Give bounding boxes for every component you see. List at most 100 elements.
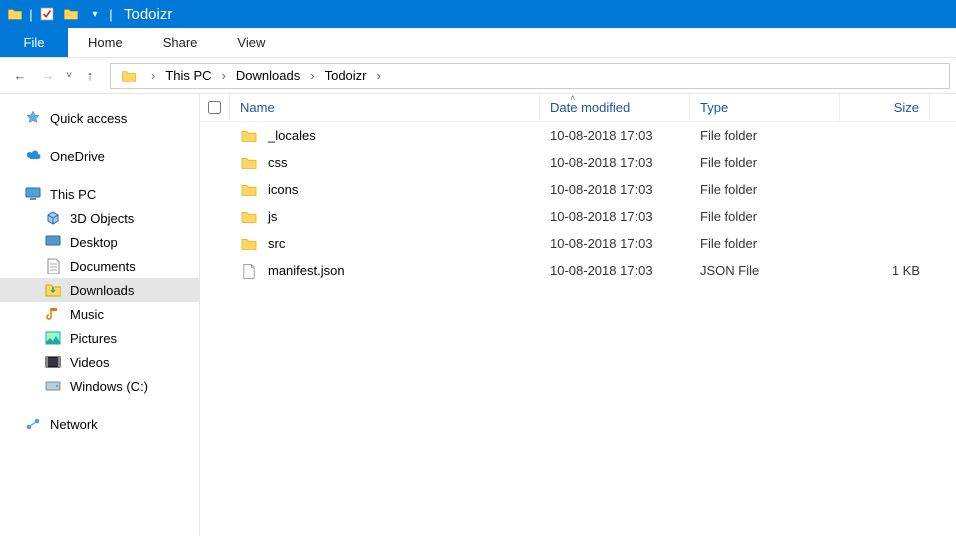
tree-child-label: Videos — [70, 355, 110, 370]
app-folder-icon — [4, 3, 26, 25]
nav-forward-button: → — [34, 62, 62, 90]
row-name-cell[interactable]: src — [230, 236, 540, 252]
column-type[interactable]: Type — [690, 94, 840, 121]
select-all-checkbox[interactable] — [200, 94, 230, 121]
row-size: 1 KB — [840, 263, 930, 278]
monitor-icon — [24, 186, 42, 202]
tree-videos[interactable]: Videos — [0, 350, 199, 374]
folder-icon — [240, 155, 258, 171]
tree-pictures[interactable]: Pictures — [0, 326, 199, 350]
row-date: 10-08-2018 17:03 — [540, 263, 690, 278]
navigation-tree: Quick access OneDrive This PC 3D Objects… — [0, 94, 200, 536]
folder-icon — [240, 128, 258, 144]
network-icon — [24, 416, 42, 432]
folder-icon — [240, 236, 258, 252]
tree-child-label: Pictures — [70, 331, 117, 346]
sep-icon-2: | — [108, 3, 114, 25]
row-date: 10-08-2018 17:03 — [540, 155, 690, 170]
row-name-cell[interactable]: manifest.json — [230, 263, 540, 279]
file-rows: _locales10-08-2018 17:03File foldercss10… — [200, 122, 956, 284]
row-name: css — [268, 155, 288, 170]
column-date[interactable]: Date modified — [540, 94, 690, 121]
document-icon — [44, 258, 62, 274]
window-title: Todoizr — [124, 6, 172, 23]
tree-quick-access-label: Quick access — [50, 111, 127, 126]
desktop-icon — [44, 234, 62, 250]
tree-quick-access[interactable]: Quick access — [0, 106, 199, 130]
column-size[interactable]: Size — [840, 94, 930, 121]
row-name: _locales — [268, 128, 316, 143]
nav-up-button[interactable]: ↑ — [76, 62, 104, 90]
file-row[interactable]: src 10-08-2018 17:03File folder — [200, 230, 956, 257]
folder-icon — [240, 182, 258, 198]
file-row[interactable]: icons10-08-2018 17:03File folder — [200, 176, 956, 203]
file-row[interactable]: manifest.json 10-08-2018 17:03JSON File1 … — [200, 257, 956, 284]
chevron-right-icon[interactable]: › — [147, 68, 159, 83]
tree-child-label: Desktop — [70, 235, 118, 250]
tree-network[interactable]: Network — [0, 412, 199, 436]
row-name-cell[interactable]: _locales — [230, 128, 540, 144]
file-row[interactable]: js10-08-2018 17:03File folder — [200, 203, 956, 230]
tree-child-label: Downloads — [70, 283, 134, 298]
row-date: 10-08-2018 17:03 — [540, 236, 690, 251]
qa-newfolder-icon[interactable] — [60, 3, 82, 25]
cube-icon — [44, 210, 62, 226]
breadcrumb-root-icon[interactable] — [115, 64, 147, 88]
qa-properties-icon[interactable] — [36, 3, 58, 25]
tree-windows-c[interactable]: Windows (C:) — [0, 374, 199, 398]
address-bar-row: ← → ˅ ↑ › This PC › Downloads › Todoizr … — [0, 58, 956, 94]
row-type: File folder — [690, 209, 840, 224]
video-icon — [44, 354, 62, 370]
row-date: 10-08-2018 17:03 — [540, 182, 690, 197]
tree-onedrive[interactable]: OneDrive — [0, 144, 199, 168]
tab-share[interactable]: Share — [143, 28, 218, 57]
row-type: JSON File — [690, 263, 840, 278]
chevron-right-icon[interactable]: › — [373, 68, 385, 83]
row-type: File folder — [690, 236, 840, 251]
row-name-cell[interactable]: css — [230, 155, 540, 171]
row-date: 10-08-2018 17:03 — [540, 209, 690, 224]
tree-this-pc-label: This PC — [50, 187, 96, 202]
tree-child-label: Music — [70, 307, 104, 322]
row-name: manifest.json — [268, 263, 345, 278]
chevron-right-icon[interactable]: › — [306, 68, 318, 83]
column-name[interactable]: Name — [230, 94, 540, 121]
music-icon — [44, 306, 62, 322]
main-pane: Quick access OneDrive This PC 3D Objects… — [0, 94, 956, 536]
tree-this-pc[interactable]: This PC — [0, 182, 199, 206]
file-row[interactable]: _locales 10-08-2018 17:03File folder — [200, 122, 956, 149]
row-type: File folder — [690, 182, 840, 197]
chevron-right-icon[interactable]: › — [218, 68, 230, 83]
tree-3d-objects[interactable]: 3D Objects — [0, 206, 199, 230]
cloud-icon — [24, 148, 42, 164]
sort-indicator-icon: ˄ — [570, 93, 575, 103]
breadcrumb-todoizr[interactable]: Todoizr — [319, 64, 373, 88]
nav-back-button[interactable]: ← — [6, 62, 34, 90]
tab-home[interactable]: Home — [68, 28, 143, 57]
tree-desktop[interactable]: Desktop — [0, 230, 199, 254]
column-headers: Name Date modified Type Size ˄ — [200, 94, 956, 122]
row-name: src — [268, 236, 285, 251]
tab-view[interactable]: View — [217, 28, 285, 57]
tree-music[interactable]: Music — [0, 302, 199, 326]
file-tab[interactable]: File — [0, 28, 68, 57]
star-icon — [24, 110, 42, 126]
picture-icon — [44, 330, 62, 346]
breadcrumb-downloads[interactable]: Downloads — [230, 64, 306, 88]
file-row[interactable]: css 10-08-2018 17:03File folder — [200, 149, 956, 176]
sep-icon: | — [28, 3, 34, 25]
tree-downloads[interactable]: Downloads — [0, 278, 199, 302]
nav-recent-dropdown[interactable]: ˅ — [62, 62, 76, 90]
address-bar[interactable]: › This PC › Downloads › Todoizr › — [110, 63, 950, 89]
row-name-cell[interactable]: icons — [230, 182, 540, 198]
qa-customize-dropdown[interactable]: ▾ — [84, 3, 106, 25]
row-date: 10-08-2018 17:03 — [540, 128, 690, 143]
tree-network-label: Network — [50, 417, 98, 432]
tree-child-label: Windows (C:) — [70, 379, 148, 394]
row-type: File folder — [690, 155, 840, 170]
row-type: File folder — [690, 128, 840, 143]
row-name-cell[interactable]: js — [230, 209, 540, 225]
tree-documents[interactable]: Documents — [0, 254, 199, 278]
ribbon: File Home Share View — [0, 28, 956, 58]
breadcrumb-this-pc[interactable]: This PC — [159, 64, 217, 88]
